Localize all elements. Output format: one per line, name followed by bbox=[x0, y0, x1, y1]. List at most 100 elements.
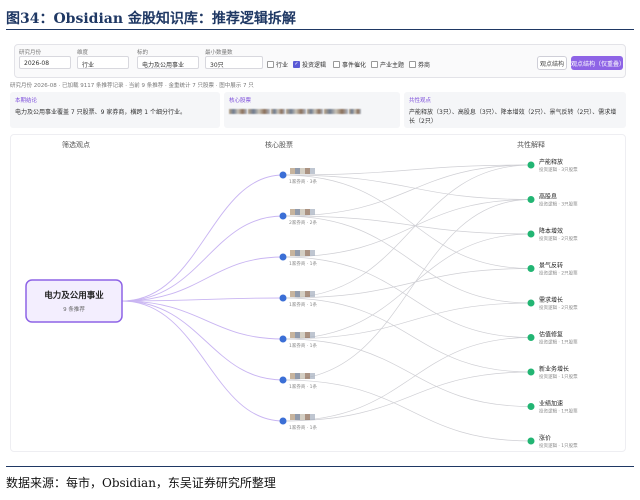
theme-node[interactable] bbox=[527, 368, 535, 376]
logic-link bbox=[282, 379, 532, 442]
column-header: 共性解释 bbox=[517, 140, 545, 149]
redacted-stock-name bbox=[290, 291, 295, 297]
logic-graph-panel: 筛选观点 核心股票 共性解释 电力及公用事业 9 条推荐 1家券商 · 3条 2家券商 · … bbox=[10, 134, 626, 452]
checkbox-icon bbox=[267, 61, 274, 68]
stock-node[interactable] bbox=[279, 335, 287, 343]
root-node[interactable] bbox=[25, 279, 123, 323]
logic-link bbox=[282, 233, 532, 340]
theme-node-label: 需求增长 bbox=[539, 296, 563, 304]
stock-node-sub: 1家券商 · 1条 bbox=[289, 342, 318, 349]
redacted-stock-name bbox=[305, 250, 310, 256]
redacted-stock-name bbox=[290, 168, 295, 174]
stock-node[interactable] bbox=[279, 417, 287, 425]
theme-node[interactable] bbox=[527, 299, 535, 307]
redacted-stock-name bbox=[305, 291, 310, 297]
target-select[interactable]: 电力及公用事业 bbox=[137, 56, 199, 69]
redacted-stock-name bbox=[305, 209, 310, 215]
logic-link bbox=[282, 164, 532, 299]
redacted-stock-name bbox=[290, 414, 295, 420]
month-select[interactable]: 2026-08 bbox=[19, 56, 71, 69]
stock-node-sub: 1家券商 · 1条 bbox=[289, 301, 318, 308]
month-filter: 研究月份 2026-08 bbox=[19, 48, 71, 69]
root-node-label: 电力及公用事业 bbox=[44, 290, 104, 301]
theme-node-label: 产能释放 bbox=[539, 158, 563, 166]
stock-node[interactable] bbox=[279, 376, 287, 384]
logic-link bbox=[282, 371, 532, 422]
checkbox-checked-icon bbox=[293, 61, 300, 68]
theme-node[interactable] bbox=[527, 265, 535, 272]
redacted-stock-name bbox=[300, 373, 305, 379]
logic-link bbox=[282, 174, 532, 200]
redacted-stock-name bbox=[310, 414, 315, 420]
stock-node[interactable] bbox=[279, 294, 287, 302]
logic-link bbox=[282, 174, 532, 269]
theme-node-sub: 投资逻辑 · 2只股票 bbox=[539, 304, 578, 311]
structure-grouped-button[interactable]: 观点结构（仅重叠） bbox=[571, 56, 625, 70]
stats-line: 研究月份 2026-08 · 已加载 9117 条推荐记录 · 当前 9 条推荐… bbox=[10, 83, 254, 89]
redacted-stock-name bbox=[310, 209, 315, 215]
redacted-stock-name bbox=[300, 414, 305, 420]
stock-node-sub: 1家券商 · 1条 bbox=[289, 383, 318, 390]
redacted-stock-name bbox=[290, 373, 295, 379]
theme-node-sub: 投资逻辑 · 1只股票 bbox=[539, 442, 578, 449]
theme-node[interactable] bbox=[527, 334, 535, 341]
logic-graph: 筛选观点 核心股票 共性解释电力及公用事业 9 条推荐 1家券商 · 3条 2家券商 · … bbox=[25, 140, 578, 449]
checkbox-industry[interactable]: 行业 bbox=[267, 60, 288, 69]
redacted-stock-name bbox=[295, 250, 300, 256]
redacted-stock-name bbox=[305, 332, 310, 338]
figure-title: 图34：Obsidian 金股知识库：推荐逻辑拆解 bbox=[6, 6, 634, 30]
theme-node[interactable] bbox=[527, 403, 535, 410]
checkbox-theme[interactable]: 产业主题 bbox=[371, 60, 404, 69]
redacted-stock-name bbox=[290, 209, 295, 215]
month-label: 研究月份 bbox=[19, 50, 42, 56]
theme-node-label: 业绩加速 bbox=[539, 400, 563, 408]
redacted-stock-name bbox=[305, 373, 310, 379]
redacted-stock-name bbox=[290, 332, 295, 338]
checkbox-icon bbox=[371, 61, 378, 68]
checkbox-logic[interactable]: 投资逻辑 bbox=[293, 60, 326, 69]
checkbox-label: 投资逻辑 bbox=[302, 62, 327, 69]
core-stocks-redacted bbox=[229, 108, 395, 117]
core-stocks-card: 核心股票 bbox=[224, 92, 400, 128]
redacted-stock-name bbox=[305, 168, 310, 174]
theme-node-label: 降本增效 bbox=[539, 227, 563, 235]
checkbox-event[interactable]: 事件催化 bbox=[333, 60, 366, 69]
redacted-stock-name bbox=[300, 250, 305, 256]
target-filter: 标的 电力及公用事业 bbox=[137, 48, 199, 69]
theme-node[interactable] bbox=[527, 437, 535, 445]
dimension-select[interactable]: 行业 bbox=[77, 56, 129, 69]
stock-node-sub: 2家券商 · 2条 bbox=[289, 219, 318, 226]
checkbox-label: 事件催化 bbox=[342, 62, 367, 69]
column-header: 核心股票 bbox=[265, 140, 293, 149]
theme-node-sub: 投资逻辑 · 3只股票 bbox=[539, 201, 578, 208]
redacted-stock-name bbox=[310, 250, 315, 256]
structure-button[interactable]: 观点结构 bbox=[537, 56, 567, 70]
theme-node-sub: 投资逻辑 · 3只股票 bbox=[539, 166, 578, 173]
stock-node[interactable] bbox=[279, 171, 287, 179]
root-edge bbox=[121, 256, 284, 302]
redacted-stock-name bbox=[300, 168, 305, 174]
theme-node[interactable] bbox=[527, 161, 535, 169]
stock-node-sub: 1家券商 · 3条 bbox=[289, 178, 318, 185]
app-frame: 研究月份 2026-08 维度 行业 标的 电力及公用事业 最小数量数 30只 … bbox=[6, 36, 634, 456]
figure-source: 数据来源：每市，Obsidian，东吴证券研究所整理 bbox=[6, 466, 634, 494]
theme-node[interactable] bbox=[527, 196, 535, 203]
checkbox-icon bbox=[333, 61, 340, 68]
core-stocks-title: 核心股票 bbox=[229, 98, 252, 104]
stock-node-sub: 1家券商 · 1条 bbox=[289, 260, 318, 267]
min-count-input[interactable]: 30只 bbox=[205, 56, 263, 69]
redacted-stock-name bbox=[310, 373, 315, 379]
root-edge bbox=[121, 300, 284, 381]
redacted-stock-name bbox=[295, 209, 300, 215]
redacted-stock-name bbox=[295, 414, 300, 420]
theme-node[interactable] bbox=[527, 230, 535, 238]
dimension-label: 维度 bbox=[77, 50, 89, 56]
redacted-stock-name bbox=[305, 414, 310, 420]
common-views-card: 共性观点 产能释放（3只）、高股息（3只）、降本增效（2只）、景气反转（2只）、… bbox=[404, 92, 626, 128]
checkbox-label: 行业 bbox=[276, 62, 289, 69]
theme-node-label: 新业务增长 bbox=[539, 365, 569, 373]
checkbox-broker[interactable]: 券商 bbox=[409, 60, 430, 69]
stock-node[interactable] bbox=[279, 253, 287, 261]
stock-node[interactable] bbox=[279, 212, 287, 220]
redacted-stock-name bbox=[310, 291, 315, 297]
